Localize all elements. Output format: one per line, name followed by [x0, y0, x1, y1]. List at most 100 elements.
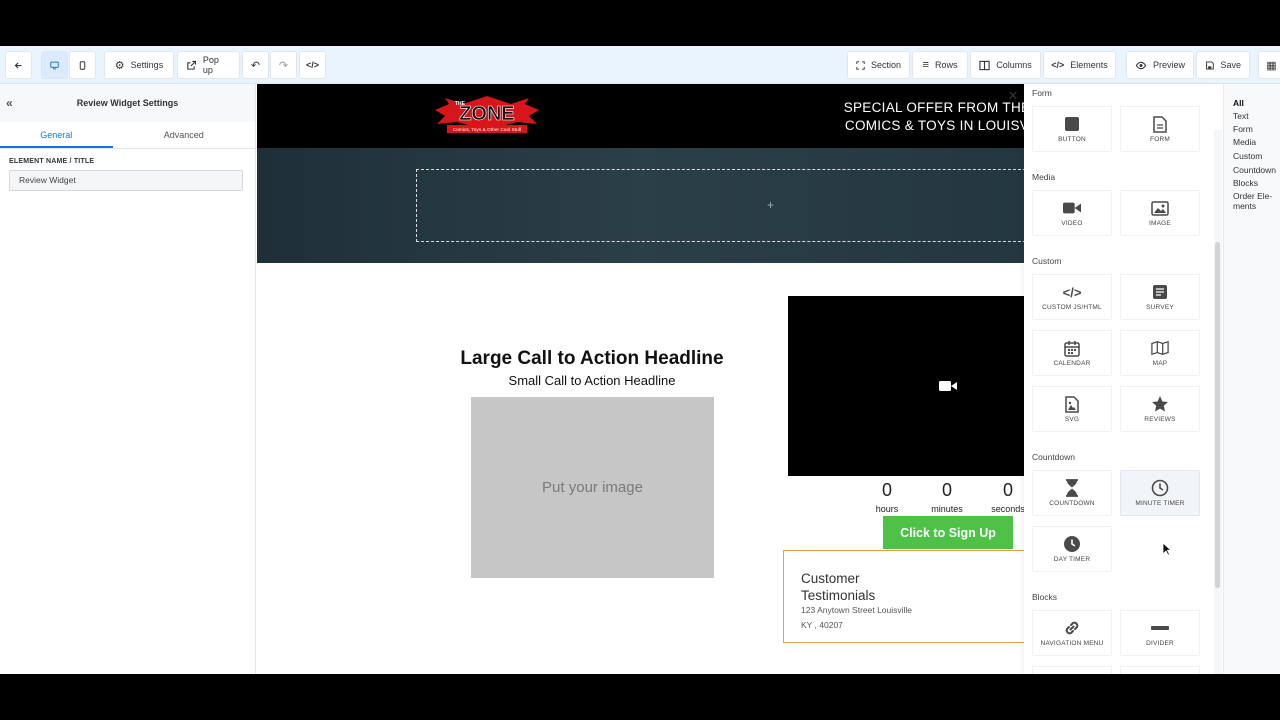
section-button[interactable]: Section: [847, 51, 910, 79]
settings-button[interactable]: ⚙ Settings: [104, 51, 174, 79]
tile-svg[interactable]: SVG: [1032, 386, 1112, 432]
header-section[interactable]: ZONE THE Comics, Toys & Other Cool Stuff…: [257, 84, 1024, 148]
tile-more-1[interactable]: [1032, 666, 1112, 674]
clock-filled-icon: [1064, 536, 1080, 552]
redo-icon: ↷: [278, 59, 289, 72]
settings-panel-title: Review Widget Settings: [76, 98, 179, 108]
countdown-seconds-label: seconds: [991, 504, 1024, 514]
small-headline[interactable]: Small Call to Action Headline: [407, 373, 777, 388]
tab-advanced[interactable]: Advanced: [113, 122, 255, 148]
tile-label: BUTTON: [1058, 136, 1086, 143]
save-button[interactable]: Save: [1196, 51, 1250, 79]
offer-line-1: SPECIAL OFFER FROM THE: [843, 100, 1024, 115]
element-name-input[interactable]: Review Widget: [9, 170, 243, 191]
category-form[interactable]: Form: [1233, 124, 1279, 134]
desktop-icon: [50, 61, 59, 69]
empty-row-dropzone[interactable]: +: [416, 169, 1024, 242]
countdown-hours-value: 0: [881, 480, 892, 500]
category-all[interactable]: All: [1233, 98, 1279, 108]
elements-label: Elements: [1070, 60, 1108, 70]
code-icon: </>: [1051, 60, 1065, 70]
category-custom[interactable]: Custom: [1233, 151, 1279, 161]
elements-button[interactable]: </> Elements: [1043, 51, 1116, 79]
logo-the: THE: [455, 101, 466, 107]
save-icon: [1206, 60, 1214, 70]
section-title-custom: Custom: [1032, 256, 1062, 266]
tile-divider[interactable]: DIVIDER: [1120, 610, 1200, 656]
calendar-icon: [1064, 340, 1080, 357]
tile-navigation-menu[interactable]: NAVIGATION MENU: [1032, 610, 1112, 656]
columns-button[interactable]: Columns: [970, 51, 1041, 79]
undo-button[interactable]: ↶: [242, 51, 269, 79]
tile-label: VIDEO: [1061, 220, 1083, 227]
collapse-panel-icon[interactable]: «: [6, 96, 13, 110]
survey-icon: [1153, 285, 1167, 299]
tile-more-2[interactable]: [1120, 666, 1200, 674]
category-countdown[interactable]: Countdown: [1233, 165, 1279, 175]
desktop-view-button[interactable]: [41, 51, 68, 79]
eye-icon: [1135, 61, 1147, 69]
mouse-cursor-icon: [1162, 542, 1171, 556]
clock-icon: [1151, 479, 1169, 497]
tile-custom-js-html[interactable]: </> CUSTOM JS/HTML: [1032, 274, 1112, 320]
tile-label: SURVEY: [1146, 304, 1174, 311]
testimonial-card[interactable]: Customer Testimonials 123 Anytown Street…: [783, 550, 1024, 643]
video-element[interactable]: [788, 296, 1024, 476]
signup-button[interactable]: Click to Sign Up: [883, 516, 1013, 549]
tile-map[interactable]: MAP: [1120, 330, 1200, 376]
builder-window: ⚙ Settings Pop up ↶ ↷ </> Section ≡ Rows…: [0, 46, 1280, 674]
tile-calendar[interactable]: CALENDAR: [1032, 330, 1112, 376]
redo-button[interactable]: ↷: [270, 51, 297, 79]
code-icon: </>: [306, 60, 320, 70]
special-offer-text: SPECIAL OFFER FROM THE COMICS & TOYS IN …: [787, 99, 1024, 135]
section-label: Section: [870, 60, 901, 70]
category-media[interactable]: Media: [1233, 137, 1279, 147]
tile-label: COUNTDOWN: [1049, 500, 1095, 507]
elements-scrollbar[interactable]: [1215, 242, 1220, 588]
tile-countdown[interactable]: COUNTDOWN: [1032, 470, 1112, 516]
rows-icon: ≡: [922, 59, 929, 71]
code-button[interactable]: </>: [299, 51, 326, 79]
tab-general[interactable]: General: [0, 122, 113, 148]
large-headline[interactable]: Large Call to Action Headline: [407, 348, 777, 370]
category-blocks[interactable]: Blocks: [1233, 178, 1279, 188]
image-placeholder[interactable]: Put your image: [471, 397, 714, 578]
apps-button[interactable]: ▦: [1258, 51, 1280, 79]
rows-button[interactable]: ≡ Rows: [912, 51, 968, 79]
tile-form[interactable]: FORM: [1120, 106, 1200, 152]
back-button[interactable]: [5, 51, 32, 79]
section-title-blocks: Blocks: [1032, 592, 1058, 602]
logo-tagline: Comics, Toys & Other Cool Stuff: [453, 127, 522, 133]
tile-label: MAP: [1152, 360, 1168, 367]
preview-button[interactable]: Preview: [1126, 51, 1194, 79]
section-title-media: Media: [1032, 172, 1056, 182]
link-icon: [1065, 621, 1079, 635]
tile-label: CALENDAR: [1053, 360, 1091, 367]
tile-minute-timer[interactable]: MINUTE TIMER: [1120, 470, 1200, 516]
tile-image[interactable]: IMAGE: [1120, 190, 1200, 236]
hero-section[interactable]: +: [257, 148, 1024, 263]
tile-label: FORM: [1150, 136, 1170, 143]
add-icon[interactable]: +: [767, 198, 774, 212]
grid-icon: ▦: [1266, 59, 1277, 72]
close-icon[interactable]: ✕: [1004, 87, 1022, 105]
category-order-elements[interactable]: Order Ele-ments: [1233, 191, 1279, 211]
tile-label: REVIEWS: [1144, 416, 1176, 423]
tile-survey[interactable]: SURVEY: [1120, 274, 1200, 320]
category-filter: All Text Form Media Custom Countdown Blo…: [1223, 84, 1280, 674]
button-icon: [1065, 117, 1079, 131]
testimonial-title: Customer Testimonials: [801, 571, 876, 603]
tile-day-timer[interactable]: DAY TIMER: [1032, 526, 1112, 572]
external-link-icon: [187, 60, 197, 70]
tile-button[interactable]: BUTTON: [1032, 106, 1112, 152]
category-text[interactable]: Text: [1233, 111, 1279, 121]
form-icon: [1153, 115, 1167, 133]
mobile-icon: [79, 60, 86, 70]
page-canvas: ZONE THE Comics, Toys & Other Cool Stuff…: [257, 84, 1024, 674]
tile-label: DAY TIMER: [1053, 556, 1091, 563]
tile-reviews[interactable]: REVIEWS: [1120, 386, 1200, 432]
mobile-view-button[interactable]: [69, 51, 96, 79]
tile-video[interactable]: VIDEO: [1032, 190, 1112, 236]
settings-label: Settings: [130, 60, 164, 70]
popup-button[interactable]: Pop up: [177, 51, 240, 79]
